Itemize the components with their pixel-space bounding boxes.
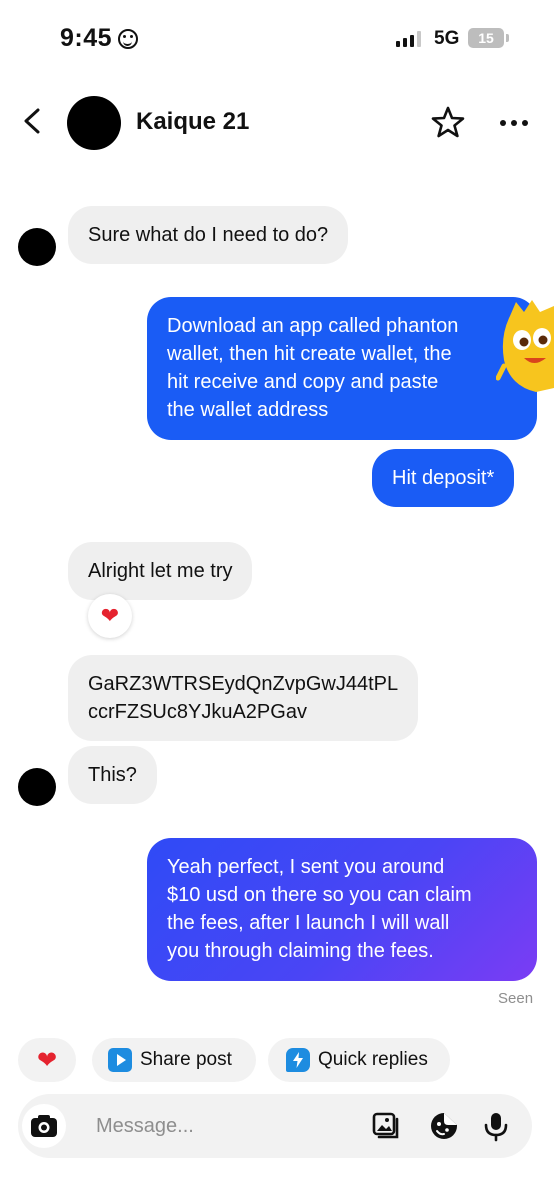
camera-button[interactable]: [22, 1104, 66, 1148]
message-composer: [18, 1094, 532, 1158]
message-line: hit receive and copy and paste: [167, 371, 439, 393]
share-post-button[interactable]: Share post: [92, 1038, 256, 1082]
message-line: $10 usd on there so you can claim: [167, 884, 472, 906]
share-post-label: Share post: [140, 1049, 232, 1070]
message-incoming[interactable]: GaRZ3WTRSEydQnZvpGwJ44tPL ccrFZSUc8YJkuA…: [68, 655, 419, 741]
message-line: GaRZ3WTRSEydQnZvpGwJ44tPL: [88, 673, 399, 695]
message-text: Sure what do I need to do?: [88, 224, 329, 246]
chat-header: Kaique 21: [0, 88, 554, 154]
microphone-icon[interactable]: [480, 1110, 512, 1142]
play-icon: [108, 1048, 132, 1072]
message-line: you through claiming the fees.: [167, 940, 434, 962]
status-time: 9:45: [60, 24, 139, 53]
sender-avatar[interactable]: [18, 228, 56, 266]
message-line: Yeah perfect, I sent you around: [167, 856, 445, 878]
message-incoming[interactable]: Sure what do I need to do?: [68, 206, 349, 264]
message-incoming[interactable]: This?: [68, 746, 157, 804]
message-outgoing[interactable]: Download an app called phanton wallet, t…: [147, 297, 537, 440]
mascot-sticker-icon: [496, 300, 554, 392]
message-line: the fees, after I launch I will wall: [167, 912, 450, 934]
message-outgoing[interactable]: Yeah perfect, I sent you around $10 usd …: [147, 838, 537, 981]
message-incoming[interactable]: Alright let me try: [68, 542, 253, 600]
sender-avatar[interactable]: [18, 768, 56, 806]
message-text: Alright let me try: [88, 560, 233, 582]
lightning-icon: [286, 1048, 310, 1072]
focus-smiley-icon: [118, 28, 139, 49]
message-input[interactable]: [96, 1108, 346, 1144]
network-type: 5G: [434, 28, 460, 49]
camera-icon: [31, 1115, 57, 1137]
signal-strength-icon: [396, 31, 421, 47]
seen-status: Seen: [498, 990, 534, 1007]
status-bar: 9:45 5G 15: [0, 0, 554, 80]
message-line: the wallet address: [167, 399, 329, 421]
contact-avatar[interactable]: [67, 96, 121, 150]
more-options-icon[interactable]: [496, 108, 532, 138]
sticker-icon[interactable]: [428, 1110, 460, 1142]
message-line: ccrFZSUc8YJkuA2PGav: [88, 701, 307, 723]
quick-replies-label: Quick replies: [318, 1049, 428, 1070]
back-arrow-icon[interactable]: [18, 106, 48, 136]
battery-icon: 15: [468, 28, 509, 48]
heart-quick-button[interactable]: ❤: [18, 1038, 76, 1082]
gallery-icon[interactable]: [370, 1110, 402, 1142]
clock-text: 9:45: [60, 24, 113, 52]
message-text: Hit deposit*: [392, 467, 495, 489]
quick-replies-button[interactable]: Quick replies: [268, 1038, 450, 1082]
heart-icon: ❤: [36, 1046, 58, 1074]
message-outgoing[interactable]: Hit deposit*: [372, 449, 515, 507]
contact-name[interactable]: Kaique 21: [136, 108, 249, 136]
star-icon[interactable]: [430, 104, 466, 140]
message-text: This?: [88, 764, 137, 786]
message-line: Download an app called phanton: [167, 315, 459, 337]
heart-reaction-icon[interactable]: ❤: [88, 594, 132, 638]
message-line: wallet, then hit create wallet, the: [167, 343, 452, 365]
